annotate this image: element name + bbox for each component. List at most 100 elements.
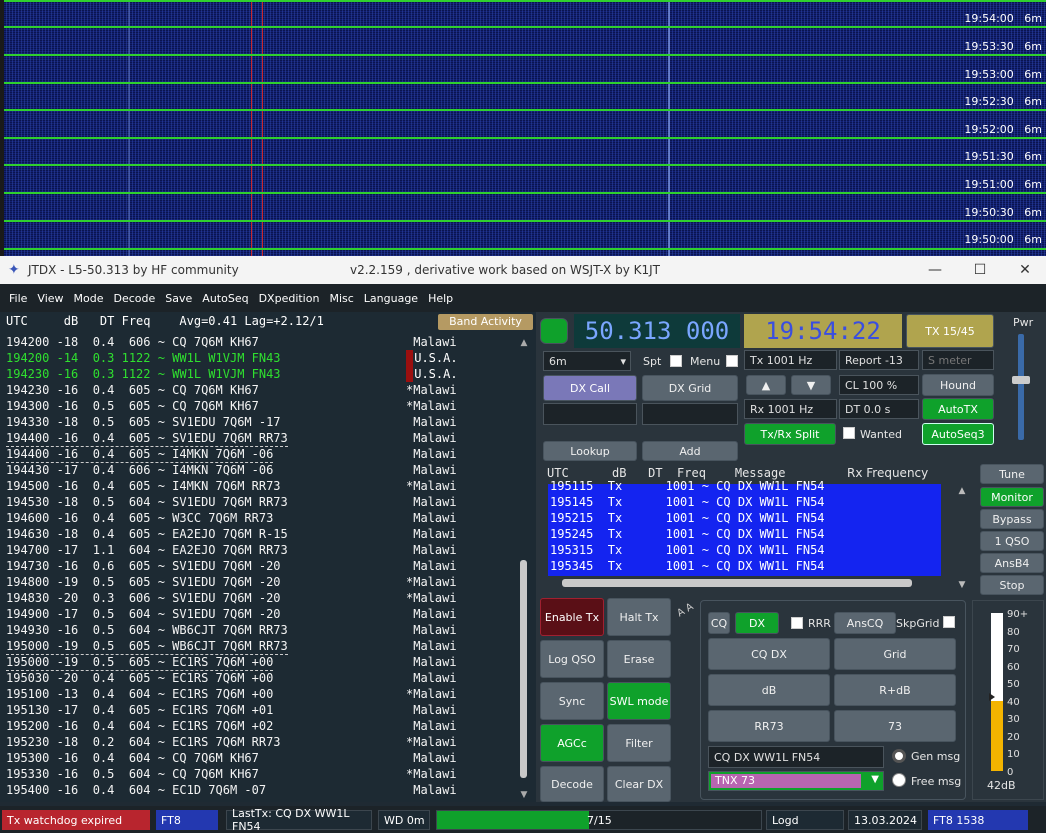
tx-history-row[interactable]: 195345 Tx 1001 ~ CQ DX WW1L FN54 xyxy=(548,558,941,574)
menu-save[interactable]: Save xyxy=(160,292,197,305)
decode-row[interactable]: 194700 -17 1.1 604 ~ EA2EJO 7Q6M RR73 Ma… xyxy=(6,542,514,558)
cl-spinbox[interactable]: CL 100 % xyxy=(839,375,919,395)
decode-row[interactable]: 194500 -16 0.4 605 ~ I4MKN 7Q6M RR73 *Mal… xyxy=(6,478,514,494)
decode-row[interactable]: 195200 -16 0.4 604 ~ EC1RS 7Q6M +02 Mala… xyxy=(6,718,514,734)
one-qso-button[interactable]: 1 QSO xyxy=(980,531,1044,551)
tx-history-row[interactable]: 195315 Tx 1001 ~ CQ DX WW1L FN54 xyxy=(548,542,941,558)
agcc-button[interactable]: AGCc xyxy=(540,724,604,762)
autotx-button[interactable]: AutoTX xyxy=(922,398,994,420)
dt-spinbox[interactable]: DT 0.0 s xyxy=(839,399,919,419)
rx-frequency-spinbox[interactable]: Rx 1001 Hz xyxy=(744,399,837,419)
decode-row[interactable]: 195330 -16 0.5 604 ~ CQ 7Q6M KH67 *Malawi xyxy=(6,766,514,782)
scroll-up-icon[interactable]: ▲ xyxy=(518,338,530,348)
band-activity-button[interactable]: Band Activity xyxy=(438,314,533,330)
scroll-down-icon[interactable]: ▼ xyxy=(956,580,968,590)
add-button[interactable]: Add xyxy=(642,441,738,461)
dx-call-button[interactable]: DX Call xyxy=(543,375,637,401)
enable-tx-button[interactable]: Enable Tx xyxy=(540,598,604,636)
decode-row[interactable]: 195100 -13 0.4 604 ~ EC1RS 7Q6M +00 *Mala… xyxy=(6,686,514,702)
erase-button[interactable]: Erase xyxy=(607,640,671,678)
minimize-icon[interactable]: — xyxy=(920,259,950,281)
clear-dx-button[interactable]: Clear DX xyxy=(607,766,671,802)
hound-button[interactable]: Hound xyxy=(922,374,994,396)
hscroll-thumb[interactable] xyxy=(562,579,912,587)
grid-button[interactable]: Grid xyxy=(834,638,956,670)
decode-button[interactable]: Decode xyxy=(540,766,604,802)
decode-row[interactable]: 194600 -16 0.4 605 ~ W3CC 7Q6M RR73 Mala… xyxy=(6,510,514,526)
frequency-up-button[interactable]: ▲ xyxy=(746,375,786,395)
tx-frequency-spinbox[interactable]: Tx 1001 Hz xyxy=(744,350,837,370)
decode-row[interactable]: 194200 -18 0.4 606 ~ CQ 7Q6M KH67 Malawi xyxy=(6,334,514,350)
menu-dxpedition[interactable]: DXpedition xyxy=(254,292,325,305)
power-slider-handle[interactable] xyxy=(1012,376,1030,384)
halt-tx-button[interactable]: Halt Tx xyxy=(607,598,671,636)
tx-history-row[interactable]: 195115 Tx 1001 ~ CQ DX WW1L FN54 xyxy=(548,478,941,494)
seventy-three-button[interactable]: 73 xyxy=(834,710,956,742)
menu-decode[interactable]: Decode xyxy=(109,292,161,305)
dx-button[interactable]: DX xyxy=(735,612,779,634)
cq-dx-button[interactable]: CQ DX xyxy=(708,638,830,670)
band-select[interactable]: 6m ▾ xyxy=(543,351,631,371)
decode-row[interactable]: 194800 -19 0.5 605 ~ SV1EDU 7Q6M -20 *Mal… xyxy=(6,574,514,590)
menu-language[interactable]: Language xyxy=(359,292,423,305)
decode-row[interactable]: 194400 -16 0.4 605 ~ SV1EDU 7Q6M RR73 Ma… xyxy=(6,430,514,447)
decode-row[interactable]: 194400 -16 0.4 605 ~ I4MKN 7Q6M -06 Mala… xyxy=(6,446,514,463)
tx-list-hscrollbar[interactable] xyxy=(548,577,941,589)
menu-checkbox[interactable] xyxy=(726,355,738,367)
tune-button[interactable]: Tune xyxy=(980,464,1044,484)
tx-history-list[interactable]: 195115 Tx 1001 ~ CQ DX WW1L FN54 195145 T… xyxy=(548,479,941,576)
scroll-thumb[interactable] xyxy=(520,560,527,778)
bypass-button[interactable]: Bypass xyxy=(980,509,1044,529)
sync-button[interactable]: Sync xyxy=(540,682,604,720)
filter-button[interactable]: Filter xyxy=(607,724,671,762)
decode-row[interactable]: 194900 -17 0.5 604 ~ SV1EDU 7Q6M -20 Mal… xyxy=(6,606,514,622)
menu-help[interactable]: Help xyxy=(423,292,458,305)
r-db-button[interactable]: R+dB xyxy=(834,674,956,706)
decode-row[interactable]: 194230 -16 0.3 1122 ~ WW1L W1VJM FN43 U.… xyxy=(6,366,514,382)
lookup-button[interactable]: Lookup xyxy=(543,441,637,461)
decode-row[interactable]: 195130 -17 0.4 605 ~ EC1RS 7Q6M +01 Mala… xyxy=(6,702,514,718)
decode-list[interactable]: 194200 -18 0.4 606 ~ CQ 7Q6M KH67 Malawi… xyxy=(6,334,514,798)
tx-period-button[interactable]: TX 15/45 xyxy=(906,314,994,348)
scroll-up-icon[interactable]: ▲ xyxy=(956,486,968,496)
maximize-icon[interactable]: ☐ xyxy=(965,259,995,281)
stop-button[interactable]: Stop xyxy=(980,575,1044,595)
menu-view[interactable]: View xyxy=(32,292,68,305)
tx-history-row[interactable]: 195215 Tx 1001 ~ CQ DX WW1L FN54 xyxy=(548,510,941,526)
scroll-down-icon[interactable]: ▼ xyxy=(518,790,530,800)
free-message-combo[interactable]: TNX 73 ▼ xyxy=(708,771,884,791)
report-spinbox[interactable]: Report -13 xyxy=(839,350,919,370)
menu-mode[interactable]: Mode xyxy=(69,292,109,305)
menu-file[interactable]: File xyxy=(4,292,32,305)
decode-scrollbar[interactable]: ▲ ▼ xyxy=(518,338,530,800)
tx-history-row[interactable]: 195245 Tx 1001 ~ CQ DX WW1L FN54 xyxy=(548,526,941,542)
gen-msg-radio[interactable] xyxy=(892,749,906,763)
wanted-checkbox[interactable] xyxy=(843,427,855,439)
decode-row[interactable]: 194730 -16 0.6 605 ~ SV1EDU 7Q6M -20 Mal… xyxy=(6,558,514,574)
decode-row[interactable]: 194830 -20 0.3 606 ~ SV1EDU 7Q6M -20 *Mal… xyxy=(6,590,514,606)
free-msg-radio[interactable] xyxy=(892,773,906,787)
decode-row[interactable]: 195000 -19 0.5 605 ~ EC1RS 7Q6M +00 Mala… xyxy=(6,654,514,671)
monitor-button[interactable]: Monitor xyxy=(980,487,1044,507)
skpgrid-checkbox[interactable] xyxy=(943,616,955,628)
cq-button[interactable]: CQ xyxy=(708,612,730,634)
autoseq-button[interactable]: AutoSeq3 xyxy=(922,423,994,445)
rr73-button[interactable]: RR73 xyxy=(708,710,830,742)
waterfall-display[interactable]: 19:54:00 6m 19:53:30 6m 19:53:00 6m 19:5… xyxy=(0,0,1046,256)
dx-call-input[interactable] xyxy=(543,403,637,425)
spt-checkbox[interactable] xyxy=(670,355,682,367)
db-button[interactable]: dB xyxy=(708,674,830,706)
decode-row[interactable]: 195230 -18 0.2 604 ~ EC1RS 7Q6M RR73 *Mal… xyxy=(6,734,514,750)
ansb4-button[interactable]: AnsB4 xyxy=(980,553,1044,573)
frequency-down-button[interactable]: ▼ xyxy=(791,375,831,395)
decode-row[interactable]: 194530 -18 0.5 604 ~ SV1EDU 7Q6M RR73 Ma… xyxy=(6,494,514,510)
swl-mode-button[interactable]: SWL mode xyxy=(607,682,671,720)
decode-row[interactable]: 195300 -16 0.4 604 ~ CQ 7Q6M KH67 Malawi xyxy=(6,750,514,766)
dx-grid-button[interactable]: DX Grid xyxy=(642,375,738,401)
anscq-button[interactable]: AnsCQ xyxy=(834,612,896,634)
log-qso-button[interactable]: Log QSO xyxy=(540,640,604,678)
txrx-split-button[interactable]: Tx/Rx Split xyxy=(744,423,836,445)
tx-history-row[interactable]: 195145 Tx 1001 ~ CQ DX WW1L FN54 xyxy=(548,494,941,510)
decode-row[interactable]: 195000 -19 0.5 605 ~ WB6CJT 7Q6M RR73 Ma… xyxy=(6,638,514,655)
decode-row[interactable]: 194930 -16 0.5 604 ~ WB6CJT 7Q6M RR73 Ma… xyxy=(6,622,514,638)
